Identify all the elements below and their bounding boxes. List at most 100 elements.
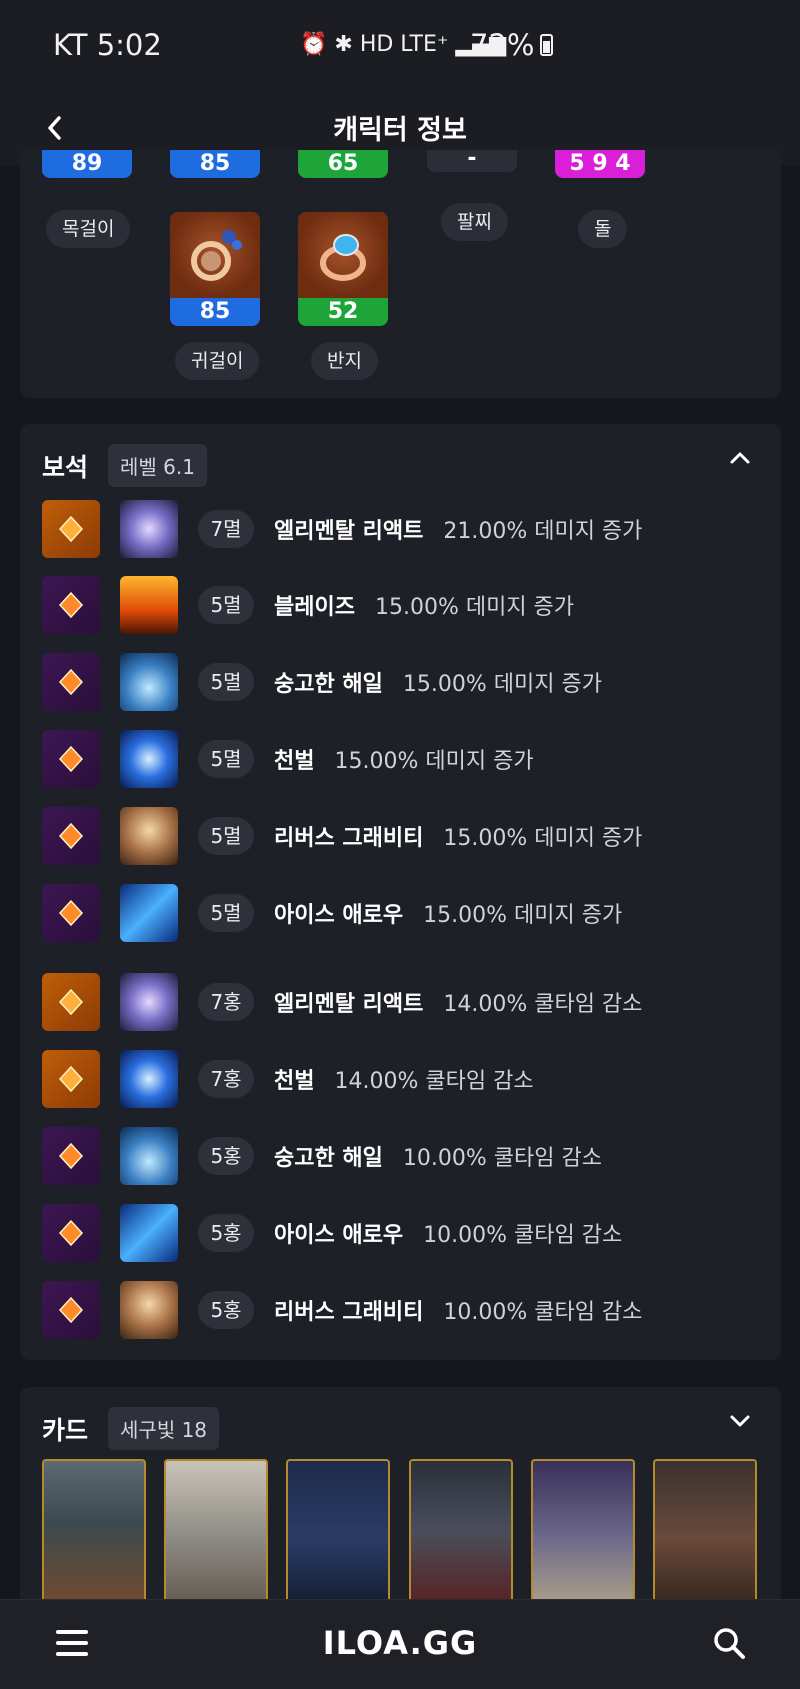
gem-row[interactable]: 5홍 아이스 애로우 10.00% 쿨타임 감소 (42, 1204, 622, 1262)
accessory-label-bracelet: 팔찌 (441, 203, 508, 241)
card-section-title: 카드 (42, 1415, 89, 1445)
gem-panel: 보석 레벨 6.1 7멸 엘리멘탈 리액트 21.00% 데미지 증가 5멸 블레이즈 1… (20, 424, 781, 1360)
gem-icon (42, 1204, 100, 1262)
card-item[interactable]: ◆◆◆◆◆ (42, 1459, 146, 1617)
gem-level-pill: 5멸 (198, 894, 254, 932)
skill-name: 엘리멘탈 리액트 (274, 992, 424, 1017)
gem-row[interactable]: 5홍 숭고한 해일 10.00% 쿨타임 감소 (42, 1127, 602, 1185)
earring-icon (170, 212, 260, 298)
battery-indicator: 72% (470, 28, 554, 62)
skill-name: 천벌 (274, 1069, 315, 1094)
gem-level-pill: 5홍 (198, 1214, 254, 1252)
skill-name: 아이스 애로우 (274, 1223, 404, 1248)
accessory-value-column[interactable]: 85 (170, 150, 260, 178)
gem-row[interactable]: 5홍 리버스 그래비티 10.00% 쿨타임 감소 (42, 1281, 642, 1339)
gem-level-pill: 5멸 (198, 740, 254, 778)
gem-level-pill: 5멸 (198, 817, 254, 855)
gem-row[interactable]: 7홍 엘리멘탈 리액트 14.00% 쿨타임 감소 (42, 973, 642, 1031)
skill-icon (120, 807, 178, 865)
skill-icon (120, 1050, 178, 1108)
skill-icon (120, 884, 178, 942)
gem-effect: 15.00% 데미지 증가 (423, 903, 623, 928)
skill-icon (120, 653, 178, 711)
accessory-quality-value: 85 (170, 150, 260, 178)
gem-row[interactable]: 5멸 블레이즈 15.00% 데미지 증가 (42, 576, 574, 634)
gem-level-pill: 7홍 (198, 983, 254, 1021)
accessory-quality-value: - (427, 148, 517, 172)
card-item[interactable]: ◆◆◆◆◆ (286, 1459, 390, 1617)
gem-row[interactable]: 5멸 숭고한 해일 15.00% 데미지 증가 (42, 653, 602, 711)
status-time: KT 5:02 (53, 28, 162, 62)
gem-row[interactable]: 7홍 천벌 14.00% 쿨타임 감소 (42, 1050, 534, 1108)
gem-row[interactable]: 5멸 천벌 15.00% 데미지 증가 (42, 730, 534, 788)
status-bar: KT 5:02 ⏰ ✱ HD LTE⁺ ▂▄▆ 72% (0, 0, 800, 90)
skill-icon (120, 1204, 178, 1262)
gem-effect: 14.00% 쿨타임 감소 (334, 1069, 534, 1094)
card-item[interactable]: ◆◆◆◆◆ (531, 1459, 635, 1617)
gem-effect: 15.00% 데미지 증가 (374, 595, 575, 620)
gem-level-pill: 5홍 (198, 1137, 254, 1175)
bottom-navigation: ILOA.GG (0, 1599, 800, 1689)
skill-name: 숭고한 해일 (274, 672, 383, 697)
search-icon[interactable] (712, 1626, 746, 1660)
gem-row[interactable]: 5멸 리버스 그래비티 15.00% 데미지 증가 (42, 807, 642, 865)
gem-level-pill: 7멸 (198, 510, 254, 548)
accessory-quality-value: 65 (298, 150, 388, 178)
gem-icon (42, 807, 100, 865)
chevron-up-icon (730, 452, 750, 464)
skill-name: 아이스 애로우 (274, 903, 404, 928)
accessory-value-column[interactable]: 5 9 4 (555, 150, 645, 178)
skill-name: 리버스 그래비티 (274, 1300, 424, 1325)
gem-section-title: 보석 (42, 452, 89, 482)
accessory-quality-value: 89 (42, 150, 132, 178)
accessory-panel: 89 85 65 - 5 9 4 85 52 목걸이 귀걸이 반지 팔찌 돌 (20, 148, 781, 398)
accessory-label-necklace: 목걸이 (46, 210, 131, 248)
gem-icon (42, 884, 100, 942)
expand-cards-button[interactable] (727, 1409, 753, 1435)
gem-level-pill: 5멸 (198, 663, 254, 701)
gem-icon (42, 500, 100, 558)
accessory-label-stone: 돌 (578, 210, 628, 248)
ring-icon (298, 212, 388, 298)
gem-effect: 15.00% 데미지 증가 (443, 826, 643, 851)
skill-name: 엘리멘탈 리액트 (274, 519, 424, 544)
gem-icon (42, 1281, 100, 1339)
card-set-badge: 세구빛 18 (108, 1407, 220, 1450)
skill-icon (120, 1281, 178, 1339)
gem-icon (42, 973, 100, 1031)
gem-level-pill: 5홍 (198, 1291, 254, 1329)
gem-icon (42, 576, 100, 634)
gem-row[interactable]: 7멸 엘리멘탈 리액트 21.00% 데미지 증가 (42, 500, 642, 558)
skill-icon (120, 1127, 178, 1185)
accessory-label-earring: 귀걸이 (175, 342, 260, 380)
skill-icon (120, 576, 178, 634)
accessory-value-column[interactable]: 89 (42, 150, 132, 178)
gem-level-pill: 7홍 (198, 1060, 254, 1098)
gem-effect: 10.00% 쿨타임 감소 (402, 1146, 602, 1171)
gem-icon (42, 730, 100, 788)
gem-row[interactable]: 5멸 아이스 애로우 15.00% 데미지 증가 (42, 884, 622, 942)
skill-icon (120, 730, 178, 788)
gem-effect: 14.00% 쿨타임 감소 (443, 992, 643, 1017)
skill-name: 천벌 (274, 749, 315, 774)
gem-effect: 15.00% 데미지 증가 (402, 672, 602, 697)
gem-icon (42, 1050, 100, 1108)
collapse-gems-button[interactable] (727, 446, 753, 472)
accessory-label-ring: 반지 (311, 342, 378, 380)
site-logo[interactable]: ILOA.GG (0, 1624, 800, 1662)
accessory-value-column[interactable]: 65 (298, 150, 388, 178)
battery-icon (540, 34, 554, 56)
accessory-value-column[interactable]: - (427, 148, 517, 172)
gem-level-pill: 5멸 (198, 586, 254, 624)
gem-effect: 15.00% 데미지 증가 (334, 749, 534, 774)
ring-item[interactable]: 52 (298, 212, 388, 326)
card-item[interactable]: ◆◆◆◆◆ (653, 1459, 757, 1617)
card-item[interactable]: ◆◆◆◆◆ (409, 1459, 513, 1617)
gem-effect: 10.00% 쿨타임 감소 (423, 1223, 623, 1248)
gem-effect: 10.00% 쿨타임 감소 (443, 1300, 643, 1325)
ring-value: 52 (298, 298, 388, 326)
card-item[interactable]: ◆◆◆◆◆ (164, 1459, 268, 1617)
earring-item[interactable]: 85 (170, 212, 260, 326)
chevron-down-icon (730, 1415, 750, 1427)
page-title: 캐릭터 정보 (333, 115, 467, 146)
